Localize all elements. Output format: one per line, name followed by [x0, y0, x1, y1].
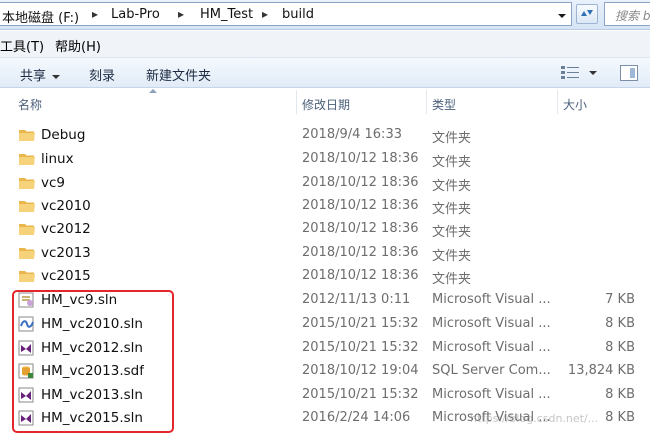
- file-modified-date: 2018/10/12 18:36: [302, 221, 419, 236]
- address-bar-row: 本地磁盘 (F:) ▸ Lab-Pro ▸ HM_Test ▸ build 搜索…: [0, 0, 650, 30]
- list-item[interactable]: Debug 2018/9/4 16:33 文件夹: [0, 124, 650, 147]
- file-name: vc2013: [41, 245, 91, 261]
- column-header-type[interactable]: 类型: [432, 96, 456, 113]
- file-modified-date: 2018/10/12 18:36: [302, 151, 419, 166]
- share-button[interactable]: 共享: [20, 65, 61, 84]
- file-modified-date: 2015/10/21 15:32: [302, 387, 419, 402]
- address-bar[interactable]: 本地磁盘 (F:) ▸ Lab-Pro ▸ HM_Test ▸ build: [0, 2, 572, 26]
- column-divider[interactable]: [296, 90, 297, 114]
- column-divider[interactable]: [426, 90, 427, 114]
- breadcrumb-separator-icon[interactable]: ▸: [262, 7, 268, 21]
- file-type: Microsoft Visual ...: [432, 340, 551, 355]
- file-name: vc2012: [41, 221, 91, 237]
- file-name: linux: [41, 151, 74, 167]
- refresh-button[interactable]: [576, 4, 598, 24]
- column-divider[interactable]: [557, 90, 558, 114]
- command-toolbar: 共享 刻录 新建文件夹: [0, 57, 650, 88]
- list-item[interactable]: linux 2018/10/12 18:36 文件夹: [0, 148, 650, 171]
- view-options-chevron-icon[interactable]: [589, 71, 597, 75]
- file-type: Microsoft Visual ...: [432, 292, 551, 307]
- breadcrumb-separator-icon[interactable]: ▸: [178, 7, 184, 21]
- folder-icon: [18, 151, 36, 167]
- file-modified-date: 2018/9/4 16:33: [302, 127, 402, 142]
- file-modified-date: 2016/2/24 14:06: [302, 410, 411, 425]
- file-type: 文件夹: [432, 225, 472, 240]
- file-modified-date: 2018/10/12 18:36: [302, 198, 419, 213]
- share-label: 共享: [20, 69, 47, 84]
- file-name: vc2015: [41, 268, 91, 284]
- file-type: 文件夹: [432, 155, 472, 170]
- folder-icon: [18, 198, 36, 214]
- burn-button[interactable]: 刻录: [89, 65, 115, 84]
- column-header-name[interactable]: 名称: [18, 96, 42, 113]
- file-type: Microsoft Visual ...: [432, 316, 551, 331]
- view-details-icon[interactable]: [561, 66, 579, 80]
- file-name: vc2010: [41, 198, 91, 214]
- search-input[interactable]: 搜索 b: [604, 2, 650, 26]
- menu-bar: 工具(T) 帮助(H): [0, 31, 650, 57]
- list-item[interactable]: vc2010 2018/10/12 18:36 文件夹: [0, 195, 650, 218]
- column-header-date[interactable]: 修改日期: [302, 96, 350, 113]
- file-type: 文件夹: [432, 202, 472, 217]
- file-type: 文件夹: [432, 131, 472, 146]
- file-size: 7 KB: [605, 292, 635, 307]
- breadcrumb-lab-pro[interactable]: Lab-Pro: [111, 7, 160, 22]
- file-name: vc9: [41, 175, 66, 191]
- menu-help[interactable]: 帮助(H): [55, 36, 101, 55]
- list-item[interactable]: vc2013 2018/10/12 18:36 文件夹: [0, 242, 650, 265]
- breadcrumb-separator-icon[interactable]: ▸: [92, 7, 98, 21]
- list-item[interactable]: vc2012 2018/10/12 18:36 文件夹: [0, 218, 650, 241]
- watermark: https://blog.csdn.net/...: [470, 412, 599, 425]
- file-type: 文件夹: [432, 179, 472, 194]
- file-modified-date: 2018/10/12 19:04: [302, 363, 419, 378]
- search-placeholder: 搜索 b: [615, 9, 650, 23]
- file-modified-date: 2018/10/12 18:36: [302, 268, 419, 283]
- chevron-down-icon: [52, 74, 61, 79]
- file-size: 13,824 KB: [567, 363, 635, 378]
- folder-icon: [18, 245, 36, 261]
- file-size: 8 KB: [605, 387, 635, 402]
- highlight-annotation-box: [12, 290, 174, 433]
- breadcrumb-build[interactable]: build: [282, 7, 314, 22]
- folder-icon: [18, 175, 36, 191]
- menu-tools[interactable]: 工具(T): [0, 36, 44, 55]
- folder-icon: [18, 127, 36, 143]
- file-type: SQL Server Com...: [432, 363, 551, 378]
- file-modified-date: 2015/10/21 15:32: [302, 316, 419, 331]
- sort-ascending-icon: [149, 89, 157, 93]
- column-header-size[interactable]: 大小: [563, 96, 587, 113]
- file-name: Debug: [41, 127, 86, 143]
- file-type: 文件夹: [432, 249, 472, 264]
- file-size: 8 KB: [605, 340, 635, 355]
- file-modified-date: 2012/11/13 0:11: [302, 292, 411, 307]
- breadcrumb-drive[interactable]: 本地磁盘 (F:): [2, 7, 79, 26]
- list-item[interactable]: vc9 2018/10/12 18:36 文件夹: [0, 172, 650, 195]
- preview-pane-icon[interactable]: [620, 65, 638, 81]
- file-modified-date: 2015/10/21 15:32: [302, 340, 419, 355]
- new-folder-button[interactable]: 新建文件夹: [146, 65, 211, 84]
- file-size: 8 KB: [605, 410, 635, 425]
- file-type: Microsoft Visual ...: [432, 387, 551, 402]
- file-modified-date: 2018/10/12 18:36: [302, 175, 419, 190]
- folder-icon: [18, 221, 36, 237]
- list-item[interactable]: vc2015 2018/10/12 18:36 文件夹: [0, 265, 650, 288]
- chevron-down-icon[interactable]: [556, 11, 568, 21]
- file-type: 文件夹: [432, 272, 472, 287]
- refresh-icon: [581, 10, 593, 16]
- file-size: 8 KB: [605, 316, 635, 331]
- file-modified-date: 2018/10/12 18:36: [302, 245, 419, 260]
- breadcrumb-hm-test[interactable]: HM_Test: [200, 7, 253, 22]
- folder-icon: [18, 268, 36, 284]
